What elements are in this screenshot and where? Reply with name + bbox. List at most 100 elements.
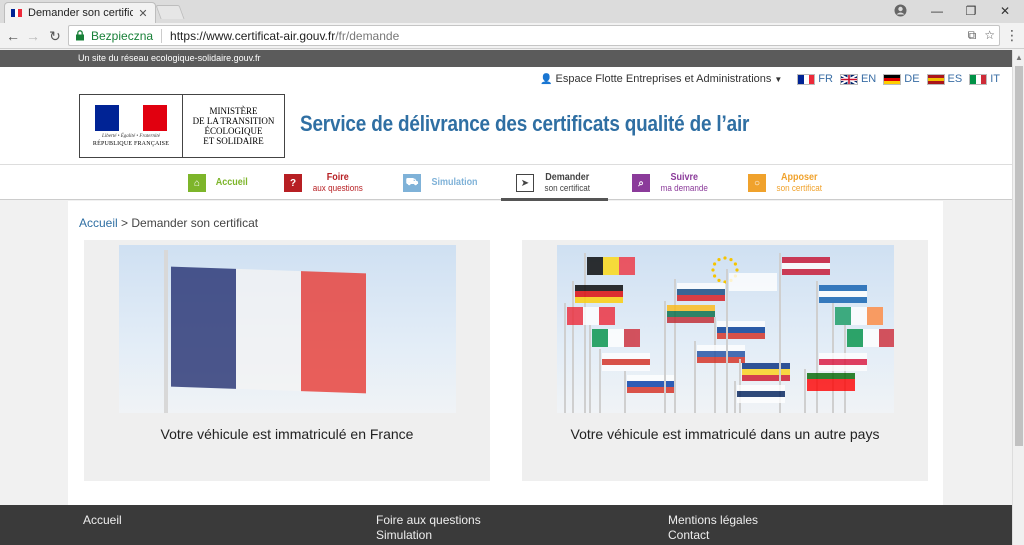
language-es[interactable]: ES — [926, 73, 963, 85]
breadcrumb-current: Demander son certificat — [131, 216, 259, 230]
nav-label: Demander son certificat — [544, 172, 591, 194]
logo-republique: RÉPUBLIQUE FRANÇAISE — [92, 141, 170, 147]
flag-pole — [674, 279, 676, 413]
fleet-space-link[interactable]: Espace Flotte Entreprises et Administrat… — [556, 73, 772, 85]
nav-label: Foire aux questions — [312, 172, 363, 194]
home-icon: ⌂ — [188, 174, 206, 192]
site-footer: Accueil Foire aux questions Simulation M… — [0, 505, 1012, 545]
logo-ministere: MINISTÈRE DE LA TRANSITION ÉCOLOGIQUE ET… — [183, 95, 284, 157]
language-fr[interactable]: FR — [797, 73, 833, 85]
close-window-button[interactable]: ✕ — [988, 0, 1022, 22]
ministere-line: DE LA TRANSITION — [192, 116, 275, 126]
nav-label: Simulation — [431, 177, 478, 188]
bookmark-star-icon[interactable]: ☆ — [984, 28, 995, 43]
nav-accueil[interactable]: ⌂ Accueil — [188, 170, 250, 196]
browser-tab[interactable]: Demander son certificat ✕ — [4, 2, 156, 23]
flag-pole — [572, 281, 574, 413]
nav-label: Suivre ma demande — [660, 172, 708, 194]
scroll-up-icon[interactable]: ▲ — [1015, 53, 1023, 62]
browser-menu-icon[interactable]: ⋮ — [1005, 27, 1019, 44]
main-content: Accueil > Demander son certificat Votre … — [68, 201, 943, 505]
page-scrollbar[interactable]: ▲ — [1012, 50, 1024, 545]
language-code: DE — [904, 73, 920, 85]
card-france-caption: Votre véhicule est immatriculé en France — [160, 426, 414, 442]
card-france[interactable]: Votre véhicule est immatriculé en France — [84, 240, 490, 481]
profile-icon[interactable] — [894, 4, 907, 17]
footer-link-accueil[interactable]: Accueil — [83, 513, 122, 528]
language-it[interactable]: IT — [969, 73, 1000, 85]
new-tab-button[interactable] — [155, 5, 185, 19]
country-flag-icon — [592, 329, 640, 347]
flag-pole — [726, 269, 728, 413]
nav-simulation[interactable]: ⛟ Simulation — [403, 170, 480, 196]
ministere-line: ET SOLIDAIRE — [203, 136, 264, 146]
ministry-logo[interactable]: Liberté • Égalité • Fraternité RÉPUBLIQU… — [79, 94, 285, 158]
car-icon: ⛟ — [403, 174, 421, 192]
forward-arrow-icon[interactable]: → — [24, 27, 42, 45]
send-icon: ➤ — [516, 174, 534, 192]
network-banner[interactable]: Un site du réseau ecologique-solidaire.g… — [0, 50, 1012, 67]
country-flag-icon — [835, 307, 883, 325]
user-icon: 👤 — [540, 73, 553, 85]
page-viewport: Un site du réseau ecologique-solidaire.g… — [0, 50, 1012, 545]
language-code: ES — [947, 73, 963, 85]
footer-link-contact[interactable]: Contact — [668, 528, 758, 543]
language-selector: FR EN DE ES IT — [790, 73, 1000, 85]
reload-icon[interactable]: ↻ — [46, 27, 64, 45]
footer-link-simulation[interactable]: Simulation — [376, 528, 481, 543]
flag-pole — [589, 325, 591, 413]
fr-flag-icon — [797, 73, 816, 85]
url-path: /fr/demande — [335, 28, 400, 43]
scrollbar-thumb[interactable] — [1015, 66, 1023, 446]
country-flag-icon — [847, 329, 894, 347]
tab-title: Demander son certificat — [28, 7, 133, 19]
country-flag-icon — [729, 273, 777, 291]
omnibox-separator — [161, 28, 163, 43]
nav-label: Apposer son certificat — [776, 172, 823, 194]
french-flag-favicon-icon — [11, 9, 23, 17]
country-flag-icon — [807, 373, 855, 391]
country-flag-icon — [737, 385, 785, 403]
breadcrumb-separator: > — [117, 216, 132, 230]
card-autre-pays[interactable]: Votre véhicule est immatriculé dans un a… — [522, 240, 928, 481]
language-en[interactable]: EN — [839, 73, 876, 85]
country-flag-icon — [782, 257, 830, 275]
nav-faq[interactable]: ? Foire aux questions — [284, 170, 366, 196]
language-code: FR — [818, 73, 833, 85]
breadcrumb-home-link[interactable]: Accueil — [79, 216, 118, 230]
nav-apposer[interactable]: ○ Apposer son certificat — [748, 170, 825, 196]
european-flags-image — [557, 245, 894, 413]
site-header: 👤 Espace Flotte Entreprises et Administr… — [0, 67, 1012, 164]
restore-button[interactable]: ❐ — [954, 0, 988, 22]
french-flag-icon — [171, 266, 366, 394]
country-flag-icon — [819, 285, 867, 303]
footer-link-faq[interactable]: Foire aux questions — [376, 513, 481, 528]
country-flag-icon — [567, 307, 615, 325]
de-flag-icon — [883, 73, 902, 85]
browser-toolbar: ← → ↻ Bezpieczna https://www.certificat-… — [0, 23, 1024, 49]
language-de[interactable]: DE — [883, 73, 920, 85]
card-autre-caption: Votre véhicule est immatriculé dans un a… — [570, 426, 880, 442]
address-bar[interactable]: Bezpieczna https://www.certificat-air.go… — [68, 25, 1000, 46]
country-flag-icon — [667, 305, 715, 323]
secure-label: Bezpieczna — [91, 28, 154, 43]
sticker-icon: ○ — [748, 174, 766, 192]
flag-pole — [664, 301, 666, 413]
nav-label: Accueil — [215, 177, 248, 188]
lock-icon — [76, 30, 84, 41]
country-flag-icon — [697, 345, 745, 363]
flag-pole — [624, 371, 626, 413]
footer-link-mentions[interactable]: Mentions légales — [668, 513, 758, 528]
translate-icon[interactable]: ⧉ — [968, 28, 977, 43]
es-flag-icon — [926, 73, 945, 85]
breadcrumb: Accueil > Demander son certificat — [79, 216, 258, 230]
minimize-button[interactable]: — — [920, 0, 954, 22]
back-arrow-icon[interactable]: ← — [4, 27, 22, 45]
country-flag-icon — [575, 285, 623, 303]
french-flag-image — [119, 245, 456, 413]
chevron-down-icon[interactable]: ▼ — [774, 75, 782, 84]
nav-demander[interactable]: ➤ Demander son certificat — [501, 170, 607, 201]
close-tab-icon[interactable]: ✕ — [137, 7, 149, 20]
nav-suivre[interactable]: ⌕ Suivre ma demande — [632, 170, 711, 196]
marianne-logo-icon — [95, 105, 167, 131]
